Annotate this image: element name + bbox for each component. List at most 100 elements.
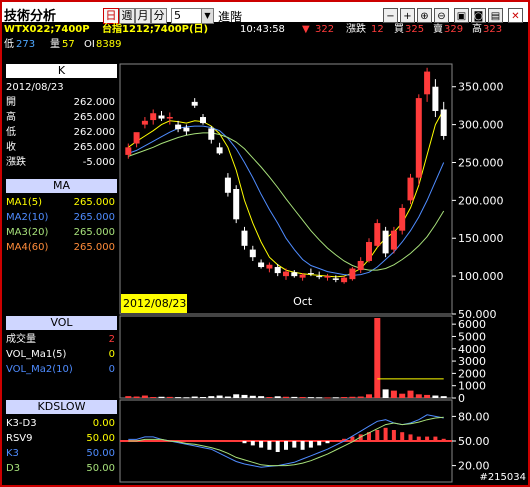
candle-body (166, 117, 173, 119)
ma-line-2 (128, 125, 445, 276)
volume-bar (125, 396, 132, 398)
volume-bar (200, 397, 206, 399)
candle-body (233, 189, 240, 220)
watermark-id: #215034 (479, 472, 526, 483)
volume-bar (366, 394, 372, 398)
candle-body (125, 147, 132, 155)
volume-axis-label: 3000 (458, 355, 486, 368)
price-axis-label: 150.000 (458, 232, 504, 245)
volume-bar (208, 396, 215, 398)
kd-diff-bar (259, 441, 264, 448)
kd-diff-bar (325, 441, 330, 444)
volume-bar (390, 390, 397, 398)
volume-bar (258, 396, 265, 398)
volume-bar (307, 397, 314, 399)
price-axis-label: 100.000 (458, 270, 504, 283)
candle-body (432, 86, 439, 111)
kd-diff-bar (416, 436, 421, 441)
candle-body (283, 271, 289, 277)
volume-bar (233, 394, 240, 398)
volume-bar (424, 394, 431, 398)
x-label-date: 2012/08/23 (123, 297, 186, 310)
kd-diff-bar (284, 441, 288, 450)
kd-diff-bar (408, 434, 413, 441)
candle-body (341, 277, 348, 283)
volume-bar (291, 396, 298, 398)
volume-axis-label: 6000 (458, 318, 486, 331)
candle-body (183, 127, 190, 132)
kd-diff-bar (391, 430, 396, 441)
price-axis-label: 200.000 (458, 194, 504, 207)
kd-diff-bar (292, 441, 297, 448)
candle-body (316, 276, 323, 278)
candle-body (224, 177, 231, 193)
candle-body (399, 207, 406, 231)
volume-bar (332, 397, 339, 399)
volume-bar (415, 394, 422, 398)
volume-bar (183, 397, 190, 399)
candle-body (191, 101, 198, 106)
candle-body (158, 115, 165, 119)
candle-body (407, 177, 414, 201)
candle-body (175, 124, 182, 130)
kd-diff-bar (250, 441, 255, 446)
volume-axis-label: 4000 (458, 343, 486, 356)
candle-body (274, 267, 281, 274)
candle-body (216, 147, 223, 154)
kd-diff-bar (300, 441, 305, 450)
candle-body (424, 71, 431, 95)
candle-body (324, 276, 331, 278)
volume-bar (399, 393, 406, 398)
candle-body (357, 260, 364, 271)
volume-bar (266, 397, 273, 399)
kd-diff-bar (441, 438, 446, 441)
volume-bar (133, 396, 140, 398)
volume-bar (357, 396, 364, 398)
volume-bar (249, 395, 256, 398)
kd-diff-bar (425, 436, 430, 441)
volume-bar (349, 396, 356, 398)
kd-diff-bar (275, 441, 280, 452)
candle-body (440, 109, 447, 136)
chart-area[interactable]: 350.000 300.000 250.000 200.000 150.000 100.0… (0, 0, 530, 487)
kd-axis-label: 20.00 (458, 460, 490, 473)
volume-bar (150, 397, 157, 399)
volume-bar (283, 396, 289, 398)
candle-body (266, 264, 273, 269)
kd-axis-label: 50.00 (458, 435, 490, 448)
price-axis-label: 250.000 (458, 156, 504, 169)
candle-body (299, 274, 306, 278)
volume-bar (241, 394, 248, 398)
volume-axis-label: 0 (458, 392, 465, 405)
volume-axis-label: 2000 (458, 367, 486, 380)
candle-body (332, 278, 339, 280)
candle-body (382, 230, 389, 254)
volume-bar (432, 395, 439, 398)
candle-body (349, 268, 356, 280)
candle-body (249, 249, 256, 258)
kd-diff-bar (308, 441, 313, 448)
volume-bar (191, 396, 198, 398)
candle-body (366, 242, 372, 261)
candle-body (415, 98, 422, 178)
kd-diff-bar (242, 441, 247, 444)
volume-bar (175, 397, 182, 399)
x-label-oct: Oct (293, 295, 313, 308)
volume-bar (274, 396, 281, 398)
candle-body (291, 272, 298, 277)
volume-bar (216, 395, 223, 398)
candle-body (374, 223, 381, 246)
volume-bar (374, 318, 381, 398)
volume-bar (141, 395, 148, 398)
volume-bar (341, 397, 348, 399)
ma-line-1 (128, 109, 445, 278)
volume-bar (440, 396, 447, 398)
candle-body (200, 117, 206, 124)
kd-diff-bar (375, 430, 380, 441)
volume-bar (382, 389, 389, 398)
kd-diff-bar (267, 441, 272, 450)
kd-axis-label: 80.00 (458, 410, 490, 423)
candle-body (150, 113, 157, 121)
candle-body (307, 273, 314, 275)
price-axis-label: 300.000 (458, 119, 504, 132)
